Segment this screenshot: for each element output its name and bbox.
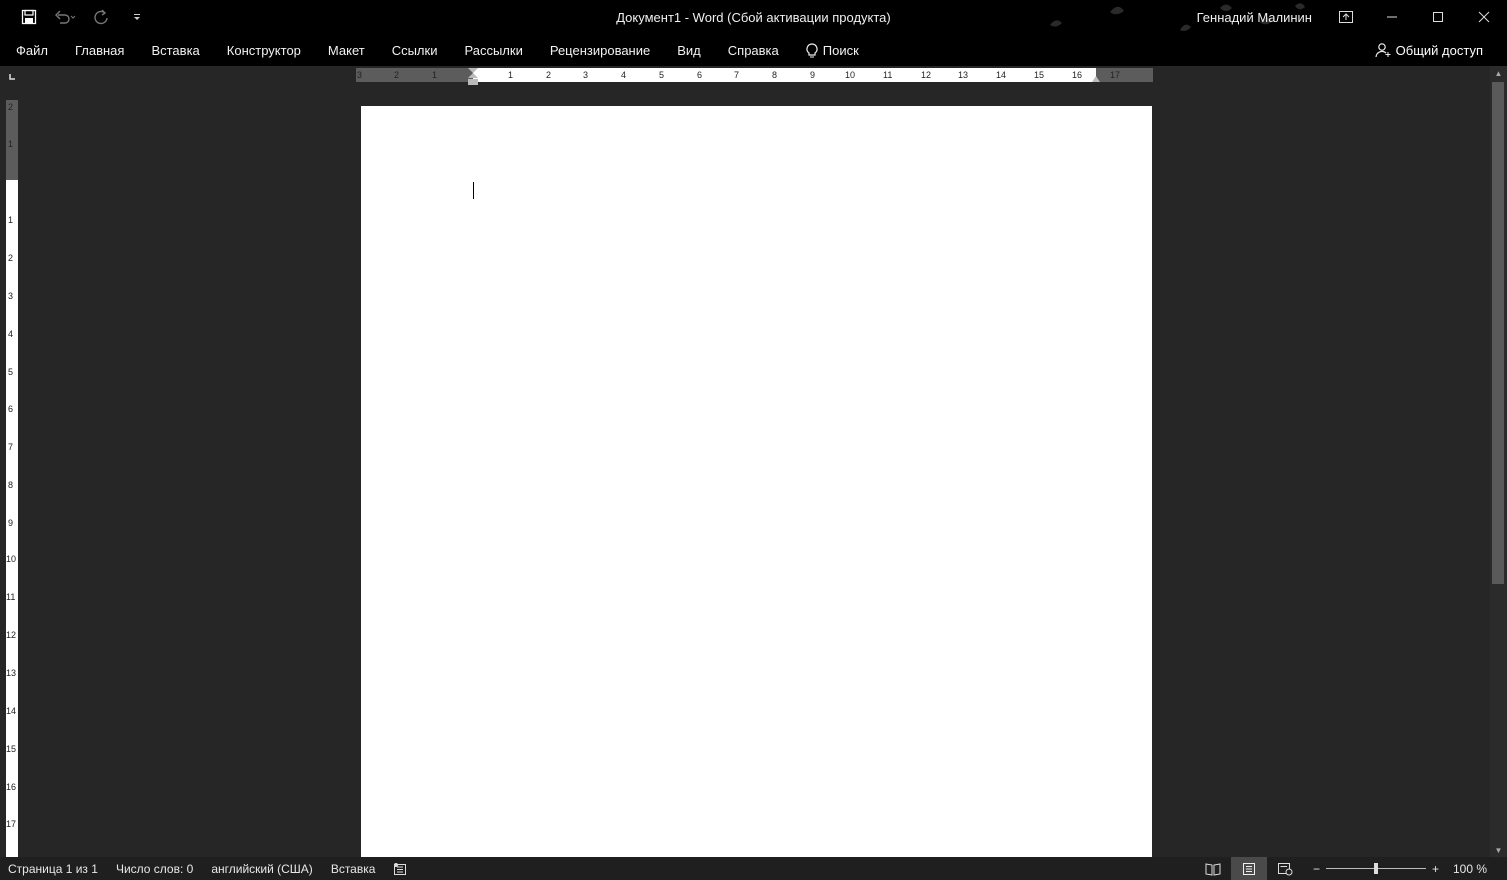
ruler-label: 9 — [810, 70, 816, 80]
ruler-label: 13 — [6, 668, 17, 678]
tab-view[interactable]: Вид — [664, 43, 715, 58]
ruler-label: 1 — [8, 139, 14, 149]
vertical-ruler[interactable]: 2 1 1 2 3 4 5 6 7 8 9 10 11 12 13 14 15 … — [6, 100, 18, 857]
ruler-label: 17 — [6, 819, 17, 829]
ruler-label: 11 — [883, 70, 893, 80]
ruler-label: 14 — [996, 70, 1007, 80]
status-right: − + 100 % — [1195, 857, 1487, 880]
share-label: Общий доступ — [1395, 42, 1483, 58]
title-bar: Документ1 - Word (Сбой активации продукт… — [0, 0, 1507, 34]
tab-references[interactable]: Ссылки — [378, 43, 451, 58]
ruler-label: 2 — [8, 253, 14, 263]
ruler-label: 8 — [772, 70, 778, 80]
page-count[interactable]: Страница 1 из 1 — [8, 862, 98, 876]
ruler-label: 2 — [8, 102, 14, 112]
search-label: Поиск — [822, 42, 859, 58]
insert-mode[interactable]: Вставка — [331, 862, 376, 876]
minimize-icon[interactable] — [1369, 0, 1415, 34]
ribbon-tabs: Файл Главная Вставка Конструктор Макет С… — [0, 34, 1507, 66]
ruler-label: 4 — [8, 329, 14, 339]
tab-mailings[interactable]: Рассылки — [451, 43, 536, 58]
ruler-label: 7 — [734, 70, 740, 80]
zoom-track[interactable] — [1325, 863, 1426, 874]
right-indent-icon[interactable] — [1091, 72, 1101, 82]
ruler-label: 5 — [659, 70, 665, 80]
macro-recording-icon[interactable] — [393, 862, 407, 876]
ruler-label: 3 — [357, 70, 363, 80]
menu-list: Файл Главная Вставка Конструктор Макет С… — [0, 34, 872, 66]
tab-review[interactable]: Рецензирование — [536, 43, 663, 58]
add-person-icon — [1375, 43, 1391, 58]
ruler-label: 9 — [8, 518, 14, 528]
ruler-label: 2 — [394, 70, 400, 80]
status-bar: Страница 1 из 1 Число слов: 0 английский… — [0, 857, 1507, 880]
ruler-label: 12 — [6, 630, 17, 640]
tab-layout[interactable]: Макет — [314, 43, 378, 58]
ruler-label: 13 — [958, 70, 969, 80]
ruler-label: 1 — [432, 70, 438, 80]
tab-selector-icon[interactable] — [6, 70, 18, 82]
web-layout-icon[interactable] — [1267, 857, 1303, 880]
window-controls — [1323, 0, 1507, 34]
ruler-label: 12 — [921, 70, 932, 80]
tab-help[interactable]: Справка — [714, 43, 792, 58]
document-page[interactable] — [361, 106, 1152, 857]
word-count[interactable]: Число слов: 0 — [116, 862, 193, 876]
scroll-up-icon[interactable]: ▲ — [1490, 66, 1507, 80]
maximize-icon[interactable] — [1415, 0, 1461, 34]
ruler-label: 11 — [6, 592, 16, 602]
ruler-label: 16 — [1072, 70, 1083, 80]
ruler-label: 2 — [546, 70, 552, 80]
ruler-label: 8 — [8, 480, 14, 490]
ruler-label: 10 — [845, 70, 856, 80]
zoom-level[interactable]: 100 % — [1453, 862, 1487, 876]
ribbon-display-options-icon[interactable] — [1323, 0, 1369, 34]
read-mode-icon[interactable] — [1195, 857, 1231, 880]
user-name[interactable]: Геннадий Малинин — [1197, 10, 1312, 25]
ruler-label: 6 — [8, 404, 14, 414]
ruler-label: 3 — [8, 291, 14, 301]
close-icon[interactable] — [1461, 0, 1507, 34]
tab-design[interactable]: Конструктор — [213, 43, 314, 58]
zoom-knob[interactable] — [1373, 863, 1378, 874]
status-left: Страница 1 из 1 Число слов: 0 английский… — [8, 857, 407, 880]
tab-file[interactable]: Файл — [0, 43, 61, 58]
ruler-label: 7 — [8, 442, 14, 452]
ruler-label: 10 — [6, 554, 17, 564]
scroll-down-icon[interactable]: ▼ — [1490, 843, 1507, 857]
ruler-label: 1 — [8, 215, 14, 225]
ruler-label: 16 — [6, 782, 17, 792]
share-button[interactable]: Общий доступ — [1375, 42, 1483, 58]
text-cursor — [473, 182, 474, 199]
ruler-label: 17 — [1110, 70, 1121, 80]
zoom-in-icon[interactable]: + — [1432, 862, 1439, 876]
zoom-slider[interactable]: − + — [1313, 862, 1439, 876]
tab-home[interactable]: Главная — [61, 43, 137, 58]
ruler-label: 5 — [8, 367, 14, 377]
language-indicator[interactable]: английский (США) — [211, 862, 312, 876]
vertical-scrollbar[interactable]: ▲ ▼ — [1490, 66, 1507, 857]
tell-me-search[interactable]: Поиск — [792, 43, 872, 58]
ruler-label: 14 — [6, 706, 17, 716]
ruler-label: 15 — [6, 744, 17, 754]
lightbulb-icon — [806, 42, 818, 57]
ruler-label: 3 — [583, 70, 589, 80]
print-layout-icon[interactable] — [1230, 857, 1267, 880]
ruler-label: 6 — [697, 70, 703, 80]
horizontal-ruler[interactable]: 3 2 1 1 2 3 4 5 6 7 8 9 10 11 12 13 14 1… — [356, 68, 1153, 85]
tab-insert[interactable]: Вставка — [138, 43, 213, 58]
ruler-label: 4 — [621, 70, 627, 80]
ruler-label: 1 — [508, 70, 514, 80]
indent-marker-icon[interactable] — [467, 68, 479, 88]
scrollbar-thumb[interactable] — [1492, 82, 1504, 584]
ruler-label: 15 — [1034, 70, 1045, 80]
zoom-out-icon[interactable]: − — [1313, 862, 1320, 876]
